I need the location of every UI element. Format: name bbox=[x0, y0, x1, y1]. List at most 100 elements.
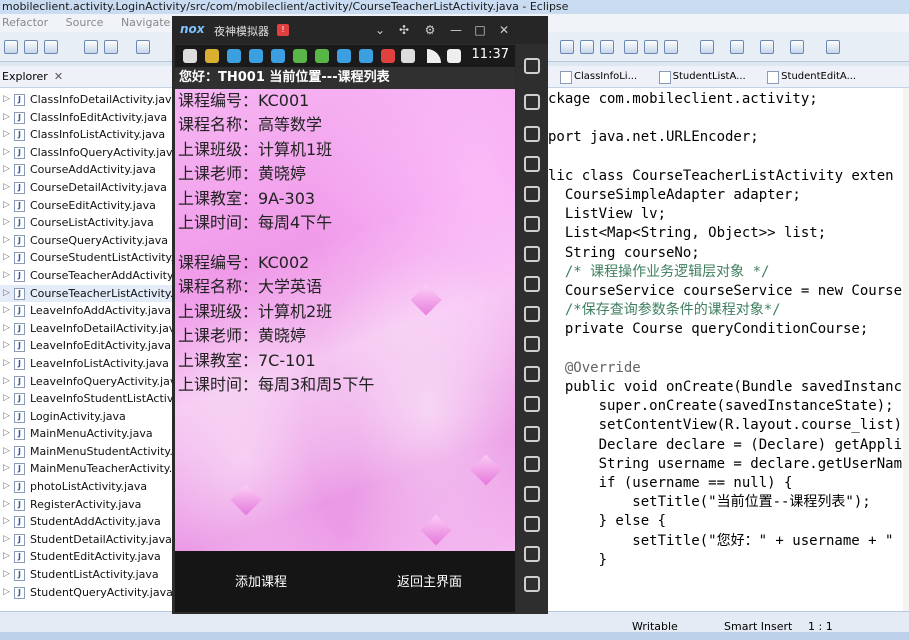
expand-icon[interactable]: ▷ bbox=[3, 531, 10, 549]
file-item[interactable]: ▷ J StudentAddActivity.java bbox=[0, 513, 174, 531]
close-icon[interactable]: ✕ bbox=[54, 70, 63, 83]
menu-navigate[interactable]: Navigate bbox=[121, 16, 170, 29]
menu-refactor[interactable]: Refactor bbox=[2, 16, 48, 29]
edit-icon[interactable] bbox=[600, 40, 614, 54]
expand-icon[interactable]: ▷ bbox=[3, 267, 10, 285]
expand-icon[interactable]: ▷ bbox=[3, 144, 10, 162]
code-editor[interactable]: ckage com.mobileclient.activity; port jav… bbox=[548, 88, 909, 611]
expand-icon[interactable]: ▷ bbox=[3, 566, 10, 584]
expand-icon[interactable]: ▷ bbox=[3, 126, 10, 144]
more-icon[interactable] bbox=[524, 58, 540, 74]
file-item[interactable]: ▷ J ClassInfoDetailActivity.java bbox=[0, 91, 178, 109]
file-item[interactable]: ▷ J LeaveInfoQueryActivity.java bbox=[0, 373, 183, 391]
expand-icon[interactable]: ▷ bbox=[3, 214, 10, 232]
expand-icon[interactable]: ▷ bbox=[3, 91, 10, 109]
expand-icon[interactable]: ▷ bbox=[3, 478, 10, 496]
file-item[interactable]: ▷ J StudentListActivity.java bbox=[0, 566, 174, 584]
next-annotation-icon[interactable] bbox=[664, 40, 678, 54]
file-item[interactable]: ▷ J RegisterActivity.java bbox=[0, 496, 174, 514]
menu-source[interactable]: Source bbox=[66, 16, 104, 29]
file-item[interactable]: ▷ J LeaveInfoStudentListActivity.java bbox=[0, 390, 212, 408]
chevron-down-icon[interactable]: ⌄ bbox=[372, 22, 388, 38]
expand-icon[interactable]: ▷ bbox=[3, 460, 10, 478]
home-icon[interactable] bbox=[524, 576, 540, 592]
video-icon[interactable] bbox=[524, 426, 540, 442]
file-item[interactable]: ▷ J CourseListActivity.java bbox=[0, 214, 174, 232]
expand-icon[interactable]: ▷ bbox=[3, 584, 10, 602]
file-item[interactable]: ▷ J StudentDetailActivity.java bbox=[0, 531, 174, 549]
debug-icon[interactable] bbox=[84, 40, 98, 54]
fullscreen-icon[interactable] bbox=[524, 246, 540, 262]
new-icon[interactable] bbox=[4, 40, 18, 54]
run-icon[interactable] bbox=[104, 40, 118, 54]
location-icon[interactable] bbox=[524, 186, 540, 202]
editor-tab[interactable]: ClassInfoLi... bbox=[548, 66, 643, 87]
file-item[interactable]: ▷ J StudentQueryActivity.java bbox=[0, 584, 174, 602]
file-item[interactable]: ▷ JphotoListActivity.java bbox=[0, 478, 174, 496]
file-item[interactable]: ▷ J CourseDetailActivity.java bbox=[0, 179, 174, 197]
explorer-tab[interactable]: Explorer ✕ bbox=[0, 66, 174, 88]
file-item[interactable]: ▷ J ClassInfoQueryActivity.java bbox=[0, 144, 179, 162]
file-item[interactable]: ▷ J MainMenuTeacherActivity.java bbox=[0, 460, 195, 478]
add-course-button[interactable]: 添加课程 bbox=[235, 571, 287, 590]
expand-icon[interactable]: ▷ bbox=[3, 161, 10, 179]
expand-icon[interactable]: ▷ bbox=[3, 337, 10, 355]
expand-icon[interactable]: ▷ bbox=[3, 197, 10, 215]
nav-forward-icon[interactable] bbox=[790, 40, 804, 54]
expand-icon[interactable]: ▷ bbox=[3, 320, 10, 338]
expand-icon[interactable]: ▷ bbox=[3, 302, 10, 320]
file-item[interactable]: ▷ J LeaveInfoAddActivity.java bbox=[0, 302, 174, 320]
file-item[interactable]: ▷ J ClassInfoEditActivity.java bbox=[0, 109, 174, 127]
back-icon[interactable] bbox=[730, 40, 744, 54]
expand-icon[interactable]: ▷ bbox=[3, 496, 10, 514]
file-item[interactable]: ▷ J LeaveInfoEditActivity.java bbox=[0, 337, 174, 355]
highlight-icon[interactable] bbox=[580, 40, 594, 54]
expand-icon[interactable]: ▷ bbox=[3, 355, 10, 373]
file-item[interactable]: ▷ J LeaveInfoListActivity.java bbox=[0, 355, 174, 373]
file-item[interactable]: ▷ J ClassInfoListActivity.java bbox=[0, 126, 174, 144]
menu-icon[interactable] bbox=[524, 486, 540, 502]
pin-icon[interactable]: ✣ bbox=[396, 22, 412, 38]
open-type-icon[interactable] bbox=[560, 40, 574, 54]
back-icon[interactable] bbox=[524, 546, 540, 562]
maximize-icon[interactable]: □ bbox=[472, 22, 488, 38]
apk-icon[interactable] bbox=[524, 94, 540, 110]
expand-icon[interactable]: ▷ bbox=[3, 408, 10, 426]
back-to-main-button[interactable]: 返回主界面 bbox=[397, 571, 462, 590]
expand-icon[interactable]: ▷ bbox=[3, 513, 10, 531]
list-item[interactable]: 课程编号：KC001 课程名称：高等数学 上课班级：计算机1班 上课老师：黄晓婷… bbox=[178, 89, 332, 235]
save-icon[interactable] bbox=[24, 40, 38, 54]
file-item[interactable]: ▷ J LeaveInfoDetailActivity.java bbox=[0, 320, 182, 338]
volume-down-icon[interactable] bbox=[524, 306, 540, 322]
expand-icon[interactable]: ▷ bbox=[3, 443, 10, 461]
upload-icon[interactable] bbox=[524, 336, 540, 352]
print-icon[interactable] bbox=[44, 40, 58, 54]
forward-icon[interactable] bbox=[760, 40, 774, 54]
close-icon[interactable]: ✕ bbox=[496, 22, 512, 38]
keyboard-icon[interactable] bbox=[524, 126, 540, 142]
minimize-icon[interactable]: — bbox=[448, 22, 464, 38]
macro-icon[interactable] bbox=[524, 396, 540, 412]
file-item[interactable]: ▷ J CourseTeacherListActivity.java bbox=[0, 284, 196, 303]
pin-icon[interactable] bbox=[826, 40, 840, 54]
checkbox-icon[interactable] bbox=[136, 40, 150, 54]
prev-annotation-icon[interactable] bbox=[700, 40, 714, 54]
shake-icon[interactable] bbox=[524, 366, 540, 382]
expand-icon[interactable]: ▷ bbox=[3, 548, 10, 566]
gear-icon[interactable]: ⚙ bbox=[422, 22, 438, 38]
course-list[interactable]: 课程编号：KC001 课程名称：高等数学 上课班级：计算机1班 上课老师：黄晓婷… bbox=[175, 89, 515, 551]
vertical-scrollbar[interactable] bbox=[903, 88, 909, 611]
file-item[interactable]: ▷ J CourseAddActivity.java bbox=[0, 161, 174, 179]
resize-icon[interactable] bbox=[524, 516, 540, 532]
scissors-icon[interactable] bbox=[524, 156, 540, 172]
expand-icon[interactable]: ▷ bbox=[3, 109, 10, 127]
screen-icon[interactable] bbox=[524, 216, 540, 232]
multi-instance-icon[interactable] bbox=[524, 456, 540, 472]
editor-tab[interactable]: StudentListA... bbox=[647, 66, 752, 87]
file-item[interactable]: ▷ J CourseStudentListActivity.java bbox=[0, 249, 197, 267]
file-item[interactable]: ▷ J MainMenuStudentActivity.java bbox=[0, 443, 196, 461]
volume-up-icon[interactable] bbox=[524, 276, 540, 292]
expand-icon[interactable]: ▷ bbox=[3, 249, 10, 267]
file-item[interactable]: ▷ J MainMenuActivity.java bbox=[0, 425, 174, 443]
list-item[interactable]: 课程编号：KC002 课程名称：大学英语 上课班级：计算机2班 上课老师：黄晓婷… bbox=[178, 251, 374, 397]
